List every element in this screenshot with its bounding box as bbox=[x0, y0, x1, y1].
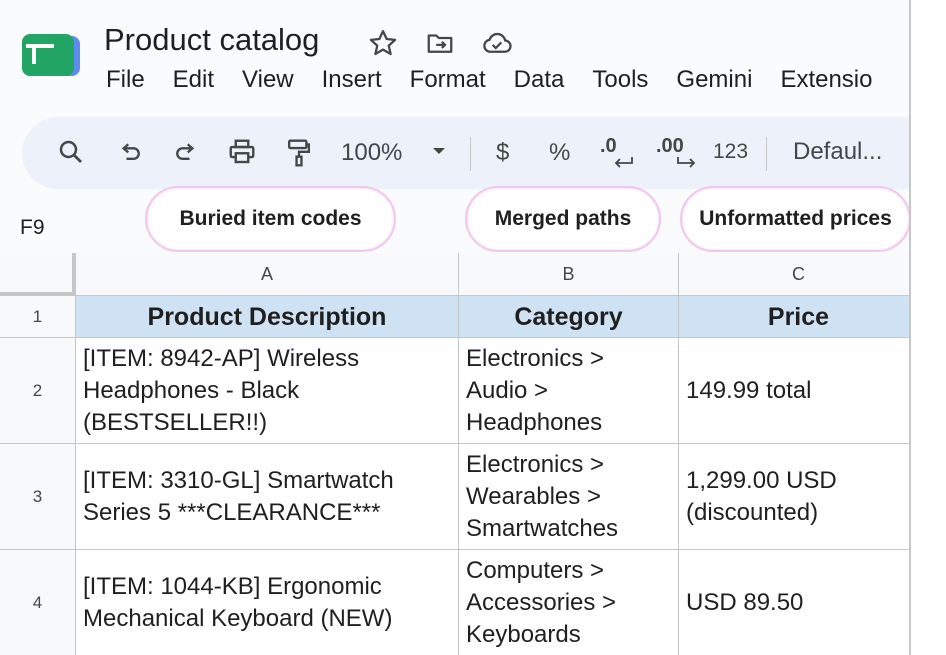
cell-c3[interactable]: 1,299.00 USD (discounted) bbox=[679, 444, 909, 550]
font-select[interactable]: Defaul... bbox=[793, 138, 882, 166]
menu-data[interactable]: Data bbox=[514, 66, 565, 94]
row-header-4[interactable]: 4 bbox=[0, 550, 76, 655]
star-icon[interactable] bbox=[368, 28, 402, 58]
cell-b1[interactable]: Category bbox=[459, 296, 679, 338]
cell-c2-text: 149.99 total bbox=[686, 376, 812, 404]
number-format-button[interactable]: 123 bbox=[713, 140, 748, 164]
callout-unformatted-prices: Unformatted prices bbox=[680, 186, 909, 252]
arrow-right-icon bbox=[677, 157, 696, 168]
chevron-down-icon[interactable] bbox=[431, 145, 447, 157]
spreadsheet-window: Product catalog File Edit View Insert Fo… bbox=[0, 0, 911, 655]
menu-view[interactable]: View bbox=[242, 66, 294, 94]
zoom-select[interactable]: 100% bbox=[341, 139, 402, 167]
cell-a3[interactable]: [ITEM: 3310-GL] Smartwatch Series 5 ***C… bbox=[76, 444, 459, 550]
cell-b3[interactable]: Electronics > Wearables > Smartwatches bbox=[459, 444, 679, 550]
menu-tools[interactable]: Tools bbox=[592, 66, 648, 94]
cell-c1-text: Price bbox=[767, 302, 830, 331]
column-header-b[interactable]: B bbox=[459, 253, 679, 296]
cell-b2[interactable]: Electronics > Audio > Headphones bbox=[459, 338, 679, 444]
menu-file[interactable]: File bbox=[106, 66, 145, 94]
percent-format-button[interactable]: % bbox=[549, 139, 570, 167]
cell-b1-text: Category bbox=[514, 302, 623, 331]
increase-decimal-button[interactable]: .00 bbox=[656, 135, 696, 168]
menu-extensions[interactable]: Extensio bbox=[780, 66, 872, 94]
cell-a4[interactable]: [ITEM: 1044-KB] Ergonomic Mechanical Key… bbox=[76, 550, 459, 655]
currency-format-button[interactable]: $ bbox=[496, 139, 509, 167]
move-to-folder-icon[interactable] bbox=[424, 28, 458, 58]
cell-c4-text: USD 89.50 bbox=[686, 588, 804, 616]
cell-c1[interactable]: Price bbox=[679, 296, 909, 338]
cell-a1-text: Product Description bbox=[147, 302, 387, 331]
menu-bar: File Edit View Insert Format Data Tools … bbox=[106, 66, 901, 94]
column-header-c[interactable]: C bbox=[679, 253, 909, 296]
paint-format-icon[interactable] bbox=[284, 137, 314, 169]
cloud-saved-icon[interactable] bbox=[480, 28, 514, 58]
row-header-3[interactable]: 3 bbox=[0, 444, 76, 550]
cell-c4[interactable]: USD 89.50 bbox=[679, 550, 909, 655]
callout-buried-item-codes: Buried item codes bbox=[145, 186, 396, 252]
select-all-corner[interactable] bbox=[0, 253, 76, 296]
sheets-logo-icon[interactable] bbox=[22, 34, 82, 78]
cell-a2-text: [ITEM: 8942-AP] Wireless Headphones - Bl… bbox=[83, 344, 360, 436]
arrow-left-icon bbox=[614, 157, 633, 168]
cell-c2[interactable]: 149.99 total bbox=[679, 338, 909, 444]
increase-decimal-label: .00 bbox=[656, 135, 684, 157]
name-box[interactable]: F9 bbox=[20, 216, 45, 240]
redo-icon[interactable] bbox=[172, 139, 200, 167]
menu-gemini[interactable]: Gemini bbox=[676, 66, 752, 94]
row-header-1[interactable]: 1 bbox=[0, 296, 76, 338]
column-header-a[interactable]: A bbox=[76, 253, 459, 296]
cell-b3-text: Electronics > Wearables > Smartwatches bbox=[466, 450, 619, 542]
toolbar: 100% $ % .0 .00 123 Defaul... bbox=[22, 117, 909, 189]
cell-a4-text: [ITEM: 1044-KB] Ergonomic Mechanical Key… bbox=[83, 572, 393, 632]
decrease-decimal-label: .0 bbox=[600, 135, 617, 157]
cell-c3-text: 1,299.00 USD (discounted) bbox=[686, 466, 837, 526]
cell-a1[interactable]: Product Description bbox=[76, 296, 459, 338]
cell-b2-text: Electronics > Audio > Headphones bbox=[466, 344, 605, 436]
cell-a3-text: [ITEM: 3310-GL] Smartwatch Series 5 ***C… bbox=[83, 466, 394, 526]
print-icon[interactable] bbox=[226, 137, 258, 167]
cell-a2[interactable]: [ITEM: 8942-AP] Wireless Headphones - Bl… bbox=[76, 338, 459, 444]
menu-edit[interactable]: Edit bbox=[173, 66, 214, 94]
undo-icon[interactable] bbox=[116, 139, 144, 167]
callout-merged-paths: Merged paths bbox=[465, 186, 661, 252]
search-icon[interactable] bbox=[56, 137, 86, 167]
cell-b4[interactable]: Computers > Accessories > Keyboards bbox=[459, 550, 679, 655]
decrease-decimal-button[interactable]: .0 bbox=[600, 135, 633, 168]
document-title[interactable]: Product catalog bbox=[104, 22, 319, 58]
cell-b4-text: Computers > Accessories > Keyboards bbox=[466, 556, 617, 648]
row-header-2[interactable]: 2 bbox=[0, 338, 76, 444]
menu-insert[interactable]: Insert bbox=[322, 66, 382, 94]
menu-format[interactable]: Format bbox=[410, 66, 486, 94]
